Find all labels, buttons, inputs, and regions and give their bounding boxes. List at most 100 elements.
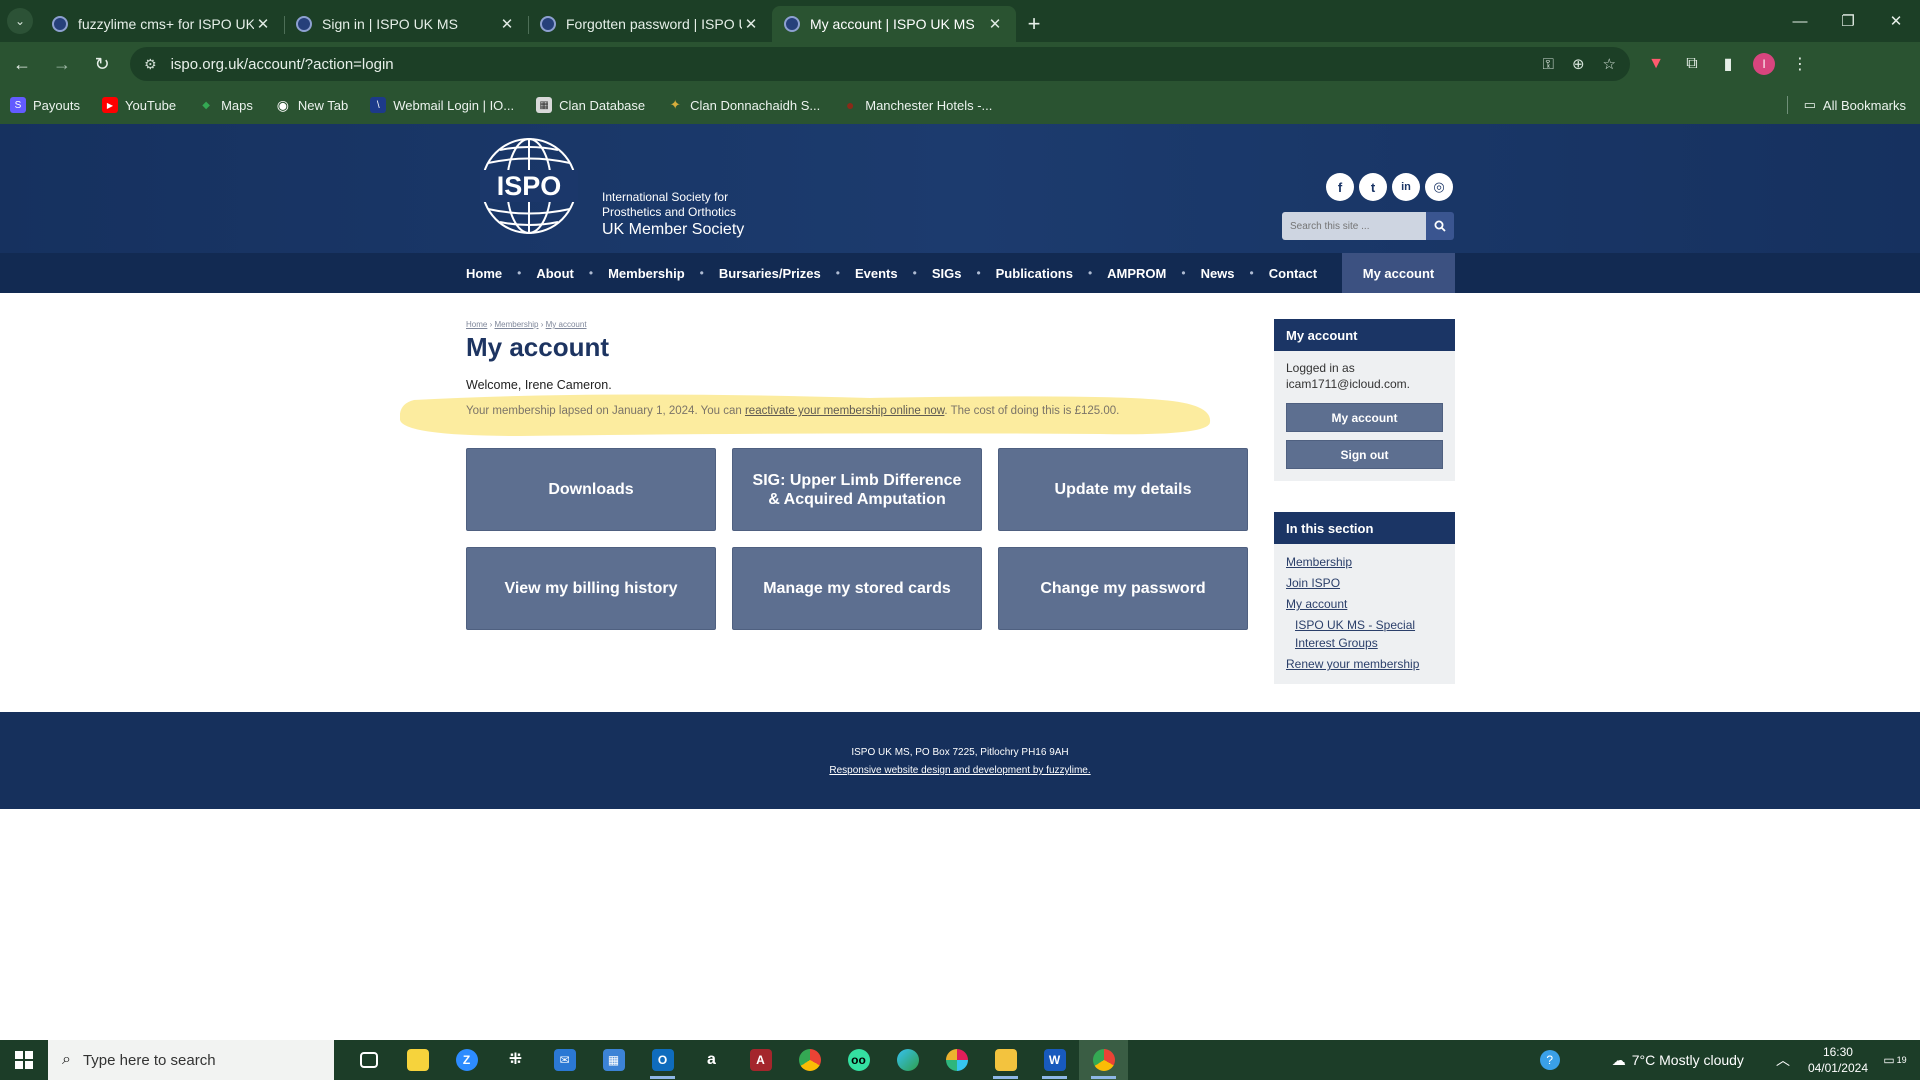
ispo-globe-logo[interactable]: ISPO (466, 136, 592, 236)
nav-amprom[interactable]: AMPROM (1107, 266, 1166, 281)
site-search-input[interactable] (1282, 212, 1426, 240)
nav-membership[interactable]: Membership (608, 266, 685, 281)
bookmark-clan-donnachaidh[interactable]: ✦ Clan Donnachaidh S... (667, 97, 821, 113)
search-button[interactable] (1426, 212, 1454, 240)
bookmark-manchester-hotels[interactable]: ● Manchester Hotels -... (842, 97, 992, 113)
facebook-icon[interactable]: f (1326, 173, 1354, 201)
nav-news[interactable]: News (1201, 266, 1235, 281)
nav-publications[interactable]: Publications (996, 266, 1073, 281)
store-app[interactable]: ▦ (589, 1040, 638, 1080)
zoom-icon[interactable]: ⊕ (1572, 55, 1585, 73)
reactivate-membership-link[interactable]: reactivate your membership online now (745, 405, 944, 417)
bookmark-star-icon[interactable]: ☆ (1603, 55, 1616, 73)
nav-home[interactable]: Home (466, 266, 502, 281)
chrome-profile-app[interactable] (1079, 1040, 1128, 1080)
minimize-icon[interactable]: — (1776, 0, 1824, 42)
change-password-tile[interactable]: Change my password (998, 547, 1248, 630)
outlook-app[interactable]: O (638, 1040, 687, 1080)
section-link-renew-membership[interactable]: Renew your membership (1286, 655, 1443, 673)
extensions-puzzle-icon[interactable]: ⧉ (1674, 46, 1710, 82)
chrome-app[interactable] (785, 1040, 834, 1080)
profile-avatar[interactable]: I (1753, 53, 1775, 75)
section-link-membership[interactable]: Membership (1286, 553, 1443, 571)
bookmark-youtube[interactable]: ▶ YouTube (101, 97, 176, 113)
access-app[interactable]: A (736, 1040, 785, 1080)
help-icon[interactable]: ? (1539, 1050, 1560, 1070)
restore-icon[interactable]: ❐ (1824, 0, 1872, 42)
my-account-button[interactable]: My account (1286, 403, 1443, 432)
word-app[interactable]: W (1030, 1040, 1079, 1080)
clock[interactable]: 16:30 04/01/2024 (1808, 1044, 1868, 1076)
nav-about[interactable]: About (536, 266, 574, 281)
password-key-icon[interactable]: ⚿ (1543, 56, 1554, 73)
sig-upper-limb-tile[interactable]: SIG: Upper Limb Difference & Acquired Am… (732, 448, 982, 531)
new-tab-button[interactable]: + (1016, 6, 1052, 42)
weather-cloud-icon[interactable]: ☁ (1612, 1052, 1626, 1069)
sticky-notes-app[interactable] (393, 1040, 442, 1080)
task-view-button[interactable] (344, 1040, 393, 1080)
start-button[interactable] (0, 1040, 48, 1080)
chrome-icon (798, 1049, 821, 1071)
section-link-join-ispo[interactable]: Join ISPO (1286, 574, 1443, 592)
bookmark-new-tab[interactable]: ◉ New Tab (275, 97, 348, 113)
section-link-special-interest-groups[interactable]: ISPO UK MS - Special Interest Groups (1286, 616, 1443, 652)
all-bookmarks-button[interactable]: ▭ All Bookmarks (1804, 86, 1906, 124)
tab-sign-in[interactable]: Sign in | ISPO UK MS ✕ (284, 6, 528, 42)
reload-icon[interactable]: ↻ (84, 46, 120, 82)
section-link-my-account[interactable]: My account (1286, 595, 1443, 613)
pocket-extension-icon[interactable]: ▼ (1638, 46, 1674, 82)
tab-fuzzylime[interactable]: fuzzylime cms+ for ISPO UK MS ✕ (40, 6, 284, 42)
mail-app[interactable]: ✉ (540, 1040, 589, 1080)
breadcrumb-my-account[interactable]: My account (546, 320, 587, 329)
nav-my-account[interactable]: My account (1342, 253, 1455, 293)
tab-forgotten-password[interactable]: Forgotten password | ISPO UK MS ✕ (528, 6, 772, 42)
slack-like-app[interactable]: ⁜ (491, 1040, 540, 1080)
bookmark-clan-database[interactable]: ▦ Clan Database (536, 97, 645, 113)
file-explorer-app[interactable] (981, 1040, 1030, 1080)
downloads-tile[interactable]: Downloads (466, 448, 716, 531)
tripadvisor-app[interactable]: oo (834, 1040, 883, 1080)
bookmark-maps[interactable]: ◆ Maps (198, 97, 253, 113)
billing-history-tile[interactable]: View my billing history (466, 547, 716, 630)
update-details-tile[interactable]: Update my details (998, 448, 1248, 531)
url-text[interactable]: ispo.org.uk/account/?action=login (171, 56, 1525, 73)
close-window-icon[interactable]: ✕ (1872, 0, 1920, 42)
nav-contact[interactable]: Contact (1269, 266, 1317, 281)
linkedin-icon[interactable]: in (1392, 173, 1420, 201)
forward-arrow-icon[interactable]: → (44, 46, 80, 82)
bookmark-payouts[interactable]: S Payouts (10, 97, 80, 113)
close-icon[interactable]: ✕ (498, 15, 516, 33)
zoom-app[interactable]: Z (442, 1040, 491, 1080)
nav-events[interactable]: Events (855, 266, 898, 281)
nav-sigs[interactable]: SIGs (932, 266, 962, 281)
tab-my-account[interactable]: My account | ISPO UK MS ✕ (772, 6, 1016, 42)
breadcrumb-home[interactable]: Home (466, 320, 487, 329)
notifications-button[interactable]: ▭ 19 (1880, 1048, 1910, 1072)
nav-bursaries-prizes[interactable]: Bursaries/Prizes (719, 266, 821, 281)
close-icon[interactable]: ✕ (254, 15, 272, 33)
footer-credit-link[interactable]: Responsive website design and developmen… (0, 765, 1920, 776)
side-panel-icon[interactable]: ▮ (1710, 46, 1746, 82)
sign-out-button[interactable]: Sign out (1286, 440, 1443, 469)
edge-app[interactable] (883, 1040, 932, 1080)
slack-app[interactable] (932, 1040, 981, 1080)
chevron-up-icon[interactable]: ︿ (1776, 1050, 1790, 1070)
back-arrow-icon[interactable]: ← (4, 46, 40, 82)
site-info-icon[interactable]: ⚙ (144, 56, 157, 73)
taskbar-search-box[interactable]: ⌕ Type here to search (48, 1040, 334, 1080)
stored-cards-tile[interactable]: Manage my stored cards (732, 547, 982, 630)
twitter-icon[interactable]: t (1359, 173, 1387, 201)
close-icon[interactable]: ✕ (986, 15, 1004, 33)
bookmark-webmail[interactable]: \ Webmail Login | IO... (370, 97, 514, 113)
address-bar[interactable]: ⚙ ispo.org.uk/account/?action=login ⚿ ⊕ … (130, 47, 1630, 81)
nav-separator: • (517, 266, 522, 280)
social-links: f t in ◎ (1326, 173, 1458, 201)
instagram-icon[interactable]: ◎ (1425, 173, 1453, 201)
breadcrumb-membership[interactable]: Membership (494, 320, 538, 329)
taskbar-search-placeholder: Type here to search (82, 1051, 216, 1069)
weather-text[interactable]: 7°C Mostly cloudy (1632, 1052, 1744, 1068)
amazon-app[interactable]: a (687, 1040, 736, 1080)
tab-search-button[interactable]: ⌄ (0, 0, 40, 42)
browser-menu-icon[interactable]: ⋮ (1782, 46, 1818, 82)
close-icon[interactable]: ✕ (742, 15, 760, 33)
